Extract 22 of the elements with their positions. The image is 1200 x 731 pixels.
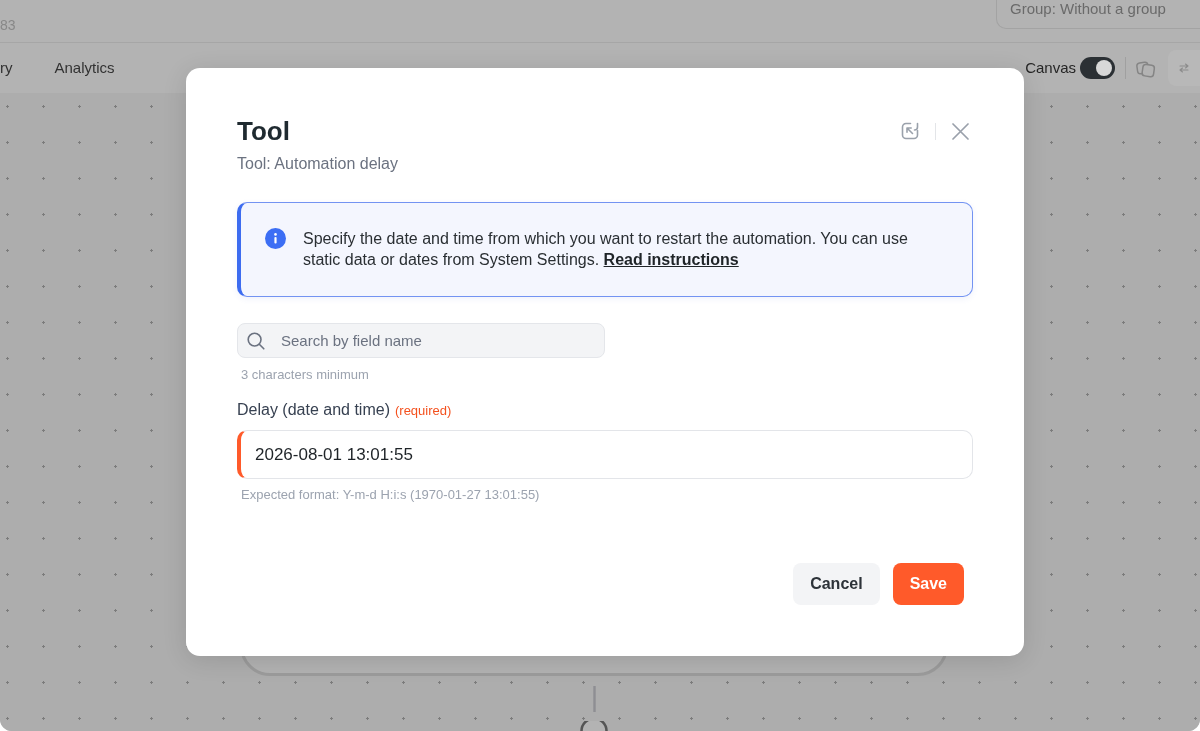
nav-tab[interactable]: ry bbox=[0, 58, 13, 78]
read-instructions-link[interactable]: Read instructions bbox=[603, 251, 739, 268]
close-icon[interactable] bbox=[952, 122, 969, 140]
field-label: Delay (date and time) bbox=[237, 401, 390, 418]
info-text: Specify the date and time from which you want to restart the automation. You can use static data or dates from System Settings. Read instructions bbox=[303, 229, 909, 270]
copy-icon[interactable] bbox=[1136, 58, 1156, 78]
search-hint: 3 characters minimum bbox=[241, 366, 369, 384]
dialog-title: Tool bbox=[237, 115, 290, 147]
canvas-label: Canvas bbox=[1025, 58, 1076, 78]
search-icon bbox=[247, 332, 265, 350]
required-label: (required) bbox=[394, 403, 452, 418]
dialog-subtitle: Tool: Automation delay bbox=[237, 154, 398, 174]
swap-icon bbox=[1179, 63, 1189, 73]
info-icon bbox=[265, 228, 286, 249]
date-time-field[interactable]: 2026-08-01 13:01:55 bbox=[237, 430, 973, 479]
nav-tab[interactable]: Analytics bbox=[54, 58, 115, 78]
format-hint: Expected format: Y-m-d H:i:s (1970-01-27 13:01:55) bbox=[241, 486, 540, 504]
box-arrow-icon[interactable] bbox=[901, 122, 919, 140]
cancel-button[interactable]: Cancel bbox=[793, 563, 880, 605]
canvas-toggle[interactable] bbox=[1080, 57, 1115, 79]
search-field[interactable]: Search by field name bbox=[237, 323, 605, 358]
swap-button[interactable] bbox=[1168, 50, 1200, 86]
